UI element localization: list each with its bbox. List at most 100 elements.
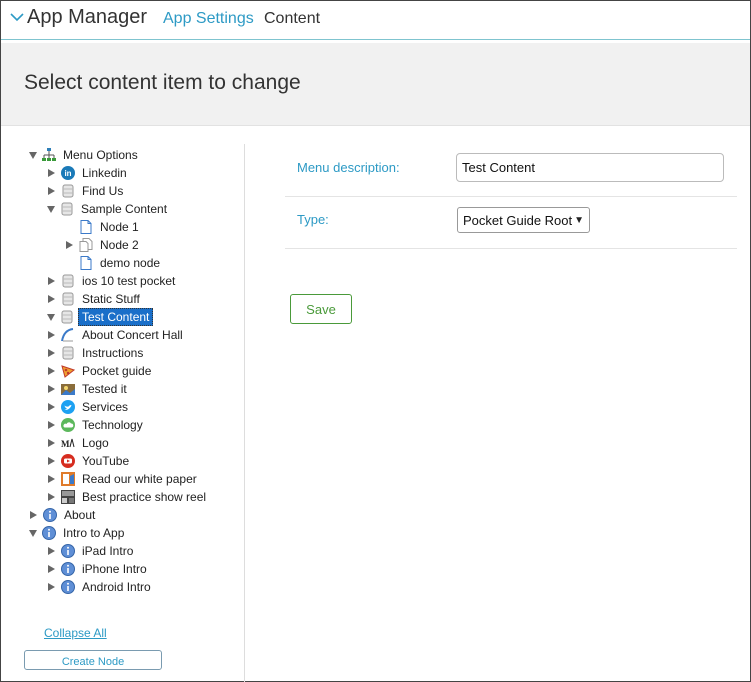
dropdown-arrow-icon: ▼ [574, 214, 584, 226]
tree-item-label: Best practice show reel [82, 490, 207, 504]
collapse-all-link[interactable]: Collapse All [44, 626, 107, 640]
collapsed-arrow-icon[interactable] [48, 439, 55, 447]
tree-item[interactable]: Read our white paper [47, 470, 200, 488]
tree-item[interactable]: Node 2 [65, 236, 142, 254]
collapsed-arrow-icon[interactable] [30, 511, 37, 519]
document-icon [61, 472, 75, 486]
create-node-button[interactable]: Create Node [24, 650, 162, 670]
expanded-arrow-icon[interactable] [29, 529, 37, 537]
collapsed-arrow-icon[interactable] [48, 331, 55, 339]
form-row-divider [285, 196, 737, 197]
tree-item-label: Static Stuff [82, 292, 140, 306]
info-icon [61, 562, 75, 576]
tree-item-label: ios 10 test pocket [82, 274, 176, 288]
tree-item[interactable]: About Concert Hall [47, 326, 186, 344]
tree-item[interactable]: Static Stuff [47, 290, 143, 308]
info-icon [61, 544, 75, 558]
form-row-divider [285, 248, 737, 249]
page-icon [79, 220, 93, 234]
collapsed-arrow-icon[interactable] [48, 457, 55, 465]
tree-item-label: Linkedin [82, 166, 127, 180]
database-icon [60, 310, 74, 324]
save-button[interactable]: Save [290, 294, 352, 324]
tree-item[interactable]: demo node [65, 254, 163, 272]
app-title: App Manager [27, 6, 148, 28]
tree-item[interactable]: M Logo [47, 434, 112, 452]
collapsed-arrow-icon[interactable] [48, 421, 55, 429]
tree-item[interactable]: Best practice show reel [47, 488, 209, 506]
info-icon [42, 526, 56, 540]
collapsed-arrow-icon[interactable] [48, 475, 55, 483]
tree-item-label: Pocket guide [82, 364, 152, 378]
tree-item[interactable]: in Linkedin [47, 164, 130, 182]
database-icon [61, 292, 75, 306]
menu-description-label: Menu description: [297, 160, 400, 175]
tree-item-label: Technology [82, 418, 143, 432]
tree-item-label: Logo [82, 436, 109, 450]
panel-divider [244, 144, 245, 682]
collapsed-arrow-icon[interactable] [48, 493, 55, 501]
collapsed-arrow-icon[interactable] [48, 385, 55, 393]
page-icon [79, 256, 93, 270]
tree-item[interactable]: Pocket guide [47, 362, 154, 380]
photo-icon [61, 382, 75, 396]
tree-item[interactable]: Technology [47, 416, 146, 434]
pages-icon [79, 238, 93, 252]
tree-item[interactable]: About [29, 506, 98, 524]
pizza-icon [61, 364, 75, 378]
chevron-down-icon[interactable] [10, 11, 24, 23]
breadcrumb-current: Content [264, 10, 321, 27]
collapsed-arrow-icon[interactable] [48, 295, 55, 303]
tree-item[interactable]: Node 1 [65, 218, 142, 236]
expanded-arrow-icon[interactable] [29, 151, 37, 159]
collapsed-arrow-icon[interactable] [48, 547, 55, 555]
tree-item[interactable]: Android Intro [47, 578, 154, 596]
database-icon [61, 274, 75, 288]
expanded-arrow-icon[interactable] [47, 205, 55, 213]
collapsed-arrow-icon[interactable] [48, 169, 55, 177]
breadcrumb-app-settings[interactable]: App Settings [163, 10, 254, 28]
concert-hall-icon [61, 328, 75, 342]
tree-item-label: Services [82, 400, 129, 414]
logo-icon: M [61, 436, 75, 450]
app-window: App Manager App Settings Content Select … [0, 0, 751, 682]
info-icon [43, 508, 57, 522]
tree-item[interactable]: iPhone Intro [47, 560, 150, 578]
tree-item-label: YouTube [82, 454, 130, 468]
tree-item[interactable]: ios 10 test pocket [47, 272, 178, 290]
collapsed-arrow-icon[interactable] [66, 241, 73, 249]
collapsed-arrow-icon[interactable] [48, 403, 55, 411]
type-select-value: Pocket Guide Root [463, 212, 573, 228]
tree-item-label: About Concert Hall [82, 328, 183, 342]
youtube-icon [61, 454, 75, 468]
tree-item[interactable]: Test Content [47, 308, 154, 326]
tree-item[interactable]: Intro to App [29, 524, 127, 542]
tree-item-label: About [64, 508, 96, 522]
tree-item[interactable]: Menu Options [29, 146, 141, 164]
collapsed-arrow-icon[interactable] [48, 367, 55, 375]
tree-item[interactable]: Sample Content [47, 200, 170, 218]
type-select[interactable]: Pocket Guide Root ▼ [457, 207, 590, 233]
tree-item-label: Find Us [82, 184, 124, 198]
database-icon [60, 202, 74, 216]
tree-item-label: Tested it [82, 382, 127, 396]
tree-item[interactable]: Services [47, 398, 131, 416]
tree-item[interactable]: Instructions [47, 344, 146, 362]
collapsed-arrow-icon[interactable] [48, 583, 55, 591]
collapsed-arrow-icon[interactable] [48, 277, 55, 285]
thumbnail-icon [61, 490, 75, 504]
tree-item-label: demo node [100, 256, 161, 270]
tree-item[interactable]: YouTube [47, 452, 132, 470]
tree-item[interactable]: iPad Intro [47, 542, 136, 560]
tree-item-label: Intro to App [63, 526, 125, 540]
collapsed-arrow-icon[interactable] [48, 187, 55, 195]
menu-description-input[interactable] [456, 153, 724, 182]
collapsed-arrow-icon[interactable] [48, 349, 55, 357]
linkedin-icon: in [61, 166, 75, 180]
tree-item[interactable]: Find Us [47, 182, 126, 200]
tree-item[interactable]: Tested it [47, 380, 130, 398]
tree-item-label: Instructions [82, 346, 144, 360]
collapsed-arrow-icon[interactable] [48, 565, 55, 573]
expanded-arrow-icon[interactable] [47, 313, 55, 321]
sitemap-icon [42, 148, 56, 162]
